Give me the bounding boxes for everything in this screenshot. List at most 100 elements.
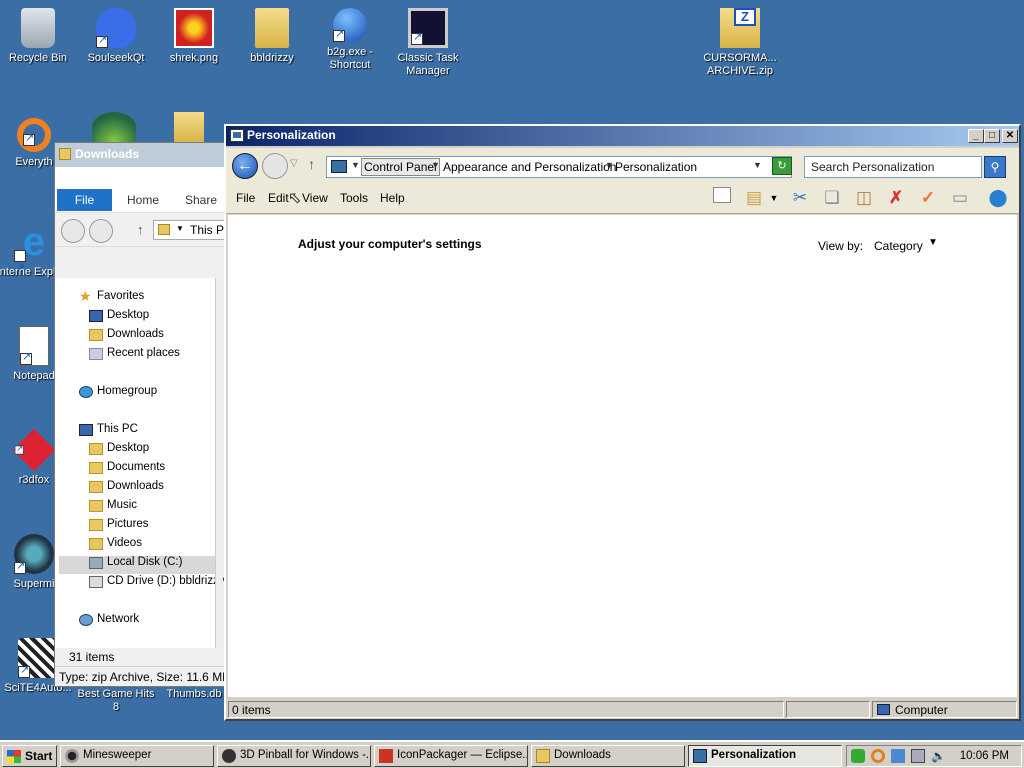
clock[interactable]: 10:06 PM — [960, 750, 1009, 762]
taskbar-button-iconpackager[interactable]: IconPackager — Eclipse... — [374, 745, 528, 767]
menu-file[interactable]: File — [236, 191, 255, 205]
desktop-icon-recycle-bin[interactable]: Recycle Bin — [0, 8, 78, 65]
minimize-button[interactable]: _ — [968, 129, 984, 143]
tab-file[interactable]: File — [57, 189, 112, 211]
tree-item-local-disk[interactable]: Local Disk (C:) — [59, 556, 215, 574]
taskbar-button-minesweeper[interactable]: Minesweeper — [60, 745, 214, 767]
tab-share[interactable]: Share — [185, 193, 217, 207]
delete-icon[interactable]: ✗ — [884, 187, 908, 209]
status-zone: Computer — [872, 701, 1017, 718]
desktop-icon-cursorma-archive[interactable]: Z CURSORMA... ARCHIVE.zip — [700, 8, 780, 78]
network-tray-icon[interactable] — [911, 749, 925, 763]
main-content: Adjust your computer's settings View by:… — [228, 215, 1017, 697]
tree-item-cd-drive[interactable]: CD Drive (D:) bbldrizzy — [87, 575, 225, 593]
layout-pane-icon[interactable] — [710, 187, 734, 209]
menu-view[interactable]: View — [302, 191, 328, 205]
desktop-icon-bbldrizzy[interactable]: bbldrizzy — [232, 8, 312, 65]
breadcrumb-personalization[interactable]: Personalization — [615, 160, 697, 174]
chevron-down-icon[interactable]: ▼ — [351, 160, 360, 170]
up-arrow-icon[interactable]: ↑ — [308, 156, 315, 172]
maximize-button[interactable]: □ — [984, 129, 1000, 143]
mouse-cursor-icon: ⬁ — [288, 190, 302, 207]
taskbar-button-pinball[interactable]: 3D Pinball for Windows -... — [217, 745, 371, 767]
start-button[interactable]: Start — [2, 745, 57, 767]
personalization-title-bar[interactable]: Personalization _ □ ✕ — [226, 126, 1019, 146]
checkmark-icon[interactable]: ✓ — [916, 187, 940, 209]
tree-item-pc-desktop[interactable]: Desktop — [87, 442, 149, 460]
refresh-button[interactable]: ↻ — [772, 157, 792, 175]
desktop-icon-shrek-png[interactable]: shrek.png — [154, 8, 234, 65]
tree-item-pc-downloads[interactable]: Downloads — [87, 480, 164, 498]
close-button[interactable]: ✕ — [1002, 129, 1018, 143]
search-tray-icon[interactable] — [871, 749, 885, 763]
desktop-icon-thumbs-db[interactable]: Thumbs.db — [154, 688, 234, 701]
back-button[interactable]: ← — [232, 153, 258, 179]
partial-app-icon — [92, 112, 136, 142]
tree-item-network[interactable]: Network — [77, 613, 139, 631]
folder-icon — [89, 462, 103, 474]
internet-explorer-icon: e — [14, 222, 54, 288]
menu-tools[interactable]: Tools — [340, 191, 368, 205]
folder-icon — [89, 329, 103, 341]
address-bar[interactable]: ▼ Control Panel ▼ Appearance and Persona… — [326, 156, 792, 178]
taskbar-button-downloads[interactable]: Downloads — [531, 745, 685, 767]
menu-help[interactable]: Help — [380, 191, 405, 205]
chevron-right-icon[interactable]: ▼ — [605, 160, 614, 170]
tree-item-this-pc[interactable]: This PC — [77, 423, 138, 441]
tree-item-documents[interactable]: Documents — [87, 461, 165, 479]
menu-edit[interactable]: Edit — [268, 191, 289, 205]
taskbar-button-personalization[interactable]: Personalization — [688, 745, 842, 767]
desktop-icon-classic-task-manager[interactable]: Classic Task Manager — [388, 8, 468, 78]
desktop-icon-b2g-shortcut[interactable]: b2g.exe - Shortcut — [310, 8, 390, 72]
chevron-down-icon[interactable]: ▼ — [928, 237, 938, 248]
vertical-scrollbar[interactable] — [215, 278, 223, 648]
desktop-icon-best-game-hits[interactable]: Best Game Hits 8 — [76, 688, 156, 714]
pinball-icon — [222, 749, 236, 763]
tree-item-favorites[interactable]: ★ Favorites — [77, 288, 144, 308]
breadcrumb-appearance[interactable]: Appearance and Personalization — [443, 160, 616, 174]
supermium-icon — [14, 534, 54, 574]
security-icon[interactable] — [851, 749, 865, 763]
tree-item-pictures[interactable]: Pictures — [87, 518, 149, 536]
update-icon[interactable] — [891, 749, 905, 763]
tree-item-music[interactable]: Music — [87, 499, 137, 517]
recent-pages-dropdown-icon[interactable]: ▽ — [290, 158, 298, 169]
cut-icon[interactable]: ✂ — [788, 187, 812, 209]
desktop-icon-soulseekqt[interactable]: SoulseekQt — [76, 8, 156, 65]
chevron-down-icon[interactable]: ▼ — [762, 187, 786, 209]
status-item-count: 0 items — [228, 701, 784, 718]
globe-icon[interactable]: ⬤ — [986, 187, 1010, 209]
tree-item-recent-places[interactable]: Recent places — [87, 347, 180, 365]
windows-logo-icon — [7, 750, 21, 763]
view-by-label: View by: — [818, 239, 864, 253]
personalization-window[interactable]: Personalization _ □ ✕ ← ▽ ↑ ▼ Control Pa… — [224, 124, 1021, 721]
volume-icon[interactable]: 🔈 — [931, 749, 946, 763]
search-button[interactable]: ⚲ — [984, 156, 1006, 178]
hard-drive-icon — [89, 557, 103, 569]
folder-icon — [89, 519, 103, 531]
star-icon: ★ — [79, 288, 92, 304]
folder-icon — [536, 749, 550, 763]
tree-item-desktop[interactable]: Desktop — [87, 309, 149, 327]
back-button[interactable] — [61, 219, 85, 243]
copy-icon[interactable]: ❏ — [820, 187, 844, 209]
paste-icon[interactable]: ◫ — [852, 187, 876, 209]
forward-button[interactable] — [262, 153, 288, 179]
properties-icon[interactable]: ▭ — [948, 187, 972, 209]
address-dropdown-icon[interactable]: ▼ — [753, 160, 762, 170]
tree-item-videos[interactable]: Videos — [87, 537, 142, 555]
chevron-down-icon[interactable]: ▼ — [431, 160, 440, 170]
downloads-title-bar[interactable]: Downloads — [55, 143, 233, 167]
up-arrow-icon[interactable]: ↑ — [137, 222, 144, 237]
forward-button[interactable] — [89, 219, 113, 243]
status-item-count: 31 items — [69, 650, 115, 664]
zip-folder-icon: Z — [720, 8, 760, 48]
view-by-dropdown[interactable]: Category — [874, 239, 923, 253]
breadcrumb-control-panel[interactable]: Control Panel — [361, 158, 440, 176]
tree-item-homegroup[interactable]: Homegroup — [77, 385, 157, 403]
tab-home[interactable]: Home — [127, 193, 159, 207]
search-input[interactable]: Search Personalization — [804, 156, 982, 178]
address-bar[interactable]: ▼ This PC — [153, 220, 233, 240]
downloads-window[interactable]: Downloads File Home Share ↑ ▼ This PC ★ F… — [54, 142, 234, 687]
tree-item-downloads[interactable]: Downloads — [87, 328, 164, 346]
